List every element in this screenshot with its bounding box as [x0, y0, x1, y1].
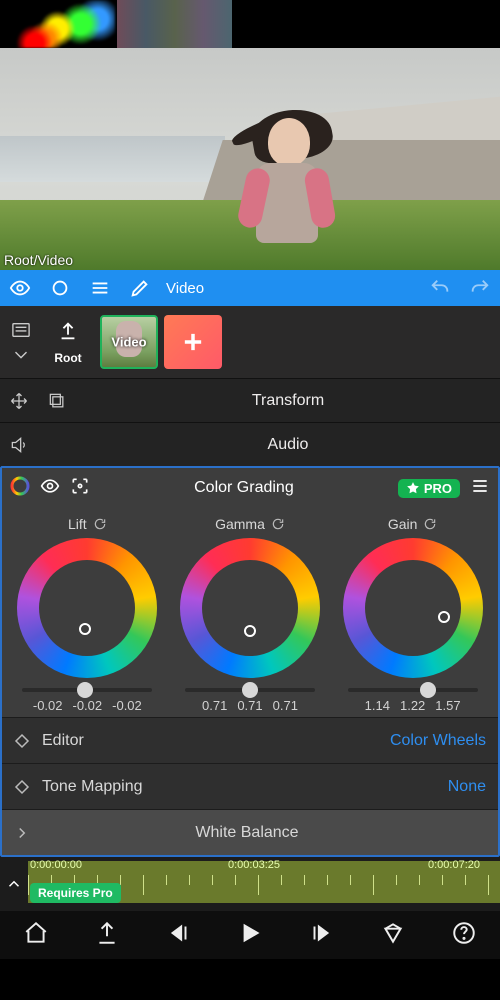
color-grading-panel: Color Grading PRO Lift -0.02 -0.02 -0.02 Gam… [0, 466, 500, 857]
wheel-value: -0.02 [33, 698, 63, 713]
redo-icon[interactable] [460, 277, 500, 299]
pro-badge[interactable]: PRO [398, 479, 460, 498]
audio-row[interactable]: Audio [0, 422, 500, 466]
wheel-value: 0.71 [202, 698, 227, 713]
timecode-0: 0:00:00:00 [30, 859, 82, 871]
diamond-icon[interactable] [380, 920, 406, 951]
wheel-value: 1.14 [365, 698, 390, 713]
timecode-2: 0:00:07:20 [428, 859, 480, 871]
luma-slider[interactable] [185, 688, 315, 692]
reset-icon[interactable] [271, 517, 285, 531]
transform-label: Transform [76, 392, 500, 410]
tonemapping-row[interactable]: Tone Mapping None [2, 763, 498, 809]
color-ring[interactable] [17, 538, 157, 678]
chevron-right-icon [8, 824, 36, 842]
root-label: Root [42, 351, 94, 365]
step-back-icon[interactable] [166, 920, 192, 951]
wheel-value: -0.02 [112, 698, 142, 713]
color-wheel-gain[interactable]: Gain 1.14 1.22 1.57 [335, 516, 491, 713]
panel-menu-icon[interactable] [470, 477, 490, 500]
luma-slider[interactable] [348, 688, 478, 692]
wheel-label: Gain [388, 516, 418, 532]
parade-scope[interactable] [117, 0, 232, 48]
speaker-icon [4, 435, 34, 455]
wheel-value: 0.71 [273, 698, 298, 713]
export-icon[interactable] [94, 920, 120, 951]
color-grading-title: Color Grading [100, 479, 388, 497]
wheel-value: 1.22 [400, 698, 425, 713]
tonemapping-label: Tone Mapping [42, 778, 143, 796]
color-wheel-lift[interactable]: Lift -0.02 -0.02 -0.02 [9, 516, 165, 713]
preview-frame[interactable]: Root/Video [0, 48, 500, 270]
white-balance-row[interactable]: White Balance [2, 809, 498, 855]
color-wheel-gamma[interactable]: Gamma 0.71 0.71 0.71 [172, 516, 328, 713]
video-preview[interactable]: Root/Video [0, 0, 500, 270]
clip-toolbar: Video [0, 270, 500, 306]
requires-pro-badge[interactable]: Requires Pro [30, 883, 121, 903]
color-ring-icon[interactable] [10, 476, 30, 501]
timecode-1: 0:00:03:25 [228, 859, 280, 871]
clip-thumbnail-video[interactable]: Video [100, 315, 158, 369]
keyframe-icon [8, 778, 36, 796]
timeline-expand-icon[interactable] [0, 857, 28, 911]
wheel-label: Lift [68, 516, 87, 532]
waveform-scope[interactable] [0, 0, 115, 48]
clip-row: Root Video [0, 306, 500, 378]
visibility-icon[interactable] [40, 476, 60, 501]
move-icon [4, 391, 34, 411]
transform-row[interactable]: Transform [0, 378, 500, 422]
wheel-value: -0.02 [73, 698, 103, 713]
clip-thumbnail-label: Video [102, 335, 156, 350]
tonemapping-value: None [448, 778, 486, 796]
layers-toggle[interactable] [6, 321, 36, 363]
luma-slider[interactable] [22, 688, 152, 692]
help-icon[interactable] [451, 920, 477, 951]
editor-label: Editor [42, 732, 84, 750]
reset-icon[interactable] [423, 517, 437, 531]
bottom-bar [0, 911, 500, 959]
wheel-value: 1.57 [435, 698, 460, 713]
step-forward-icon[interactable] [308, 920, 334, 951]
editor-value: Color Wheels [390, 732, 486, 750]
color-ring[interactable] [343, 538, 483, 678]
keyframe-icon [8, 732, 36, 750]
focus-icon[interactable] [70, 476, 90, 501]
wheel-value: 0.71 [237, 698, 262, 713]
color-ring[interactable] [180, 538, 320, 678]
preview-path-label: Root/Video [4, 252, 73, 268]
editor-row[interactable]: Editor Color Wheels [2, 717, 498, 763]
timeline[interactable]: 0:00:00:00 0:00:03:25 0:00:07:20 Require… [0, 857, 500, 911]
reset-icon[interactable] [93, 517, 107, 531]
edit-icon[interactable] [120, 277, 160, 299]
visibility-icon[interactable] [0, 277, 40, 299]
white-balance-label: White Balance [195, 824, 298, 842]
copy-icon [42, 391, 72, 411]
record-icon[interactable] [40, 277, 80, 299]
clip-name-label: Video [166, 280, 204, 297]
play-icon[interactable] [237, 920, 263, 951]
home-icon[interactable] [23, 920, 49, 951]
pro-label: PRO [424, 481, 452, 496]
add-clip-button[interactable] [164, 315, 222, 369]
undo-icon[interactable] [420, 277, 460, 299]
root-button[interactable]: Root [42, 320, 94, 365]
audio-label: Audio [76, 436, 500, 454]
wheel-label: Gamma [215, 516, 265, 532]
menu-icon[interactable] [80, 277, 120, 299]
